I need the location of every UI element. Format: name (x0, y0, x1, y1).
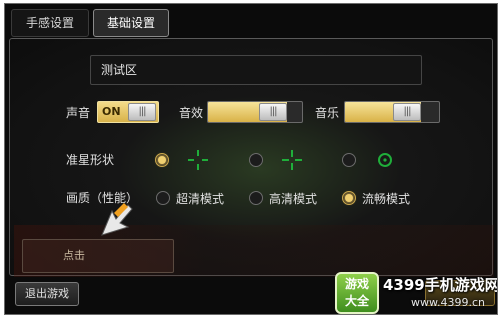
crosshair-option-2-radio[interactable] (249, 153, 263, 167)
music-slider[interactable]: ||| (344, 101, 440, 123)
test-area-field[interactable]: 测试区 (90, 55, 422, 85)
crosshair-circle-dot-icon (378, 153, 392, 167)
crosshair-plus-icon (282, 150, 302, 170)
crosshair-option-3-radio[interactable] (342, 153, 356, 167)
toggle-state-text: ON (102, 105, 121, 118)
watermark-logo-line2: 大全 (344, 294, 369, 308)
music-label: 音乐 (315, 106, 340, 120)
toggle-grip-handle[interactable]: ||| (128, 103, 156, 121)
crosshair-dashed-icon (188, 150, 208, 170)
quality-high-label[interactable]: 高清模式 (269, 190, 317, 207)
sound-toggle[interactable]: ON ||| (97, 101, 159, 123)
tab-feel-settings[interactable]: 手感设置 (11, 9, 89, 37)
watermark-logo-line1: 游戏 (344, 277, 369, 291)
settings-window: 手感设置 基础设置 测试区 声音 ON ||| 音效 ||| 音乐 ||| 准星… (4, 3, 498, 315)
quality-ultra-radio[interactable] (156, 191, 170, 205)
effects-slider[interactable]: ||| (207, 101, 303, 123)
effects-label: 音效 (179, 106, 204, 120)
quality-smooth-radio[interactable] (342, 191, 356, 205)
effects-slider-handle[interactable]: ||| (259, 103, 287, 121)
sound-label: 声音 (66, 106, 91, 120)
pointer-arrow-icon (101, 203, 133, 236)
crosshair-label: 准星形状 (66, 153, 115, 167)
exit-game-button[interactable]: 退出游戏 (15, 282, 79, 306)
quality-high-radio[interactable] (249, 191, 263, 205)
tab-basic-settings[interactable]: 基础设置 (93, 9, 169, 37)
quality-ultra-label[interactable]: 超清模式 (176, 190, 224, 207)
watermark-logo: 游戏 大全 (335, 272, 379, 314)
crosshair-option-1-radio[interactable] (155, 153, 169, 167)
watermark-url: www.4399.cn (411, 296, 485, 309)
click-test-button[interactable]: 点击 (22, 239, 174, 273)
music-slider-handle[interactable]: ||| (393, 103, 421, 121)
watermark-brand: 4399手机游戏网 (383, 276, 498, 294)
settings-panel: 测试区 声音 ON ||| 音效 ||| 音乐 ||| 准星形状 画质（性能） … (9, 38, 494, 277)
quality-smooth-label[interactable]: 流畅模式 (362, 190, 410, 207)
